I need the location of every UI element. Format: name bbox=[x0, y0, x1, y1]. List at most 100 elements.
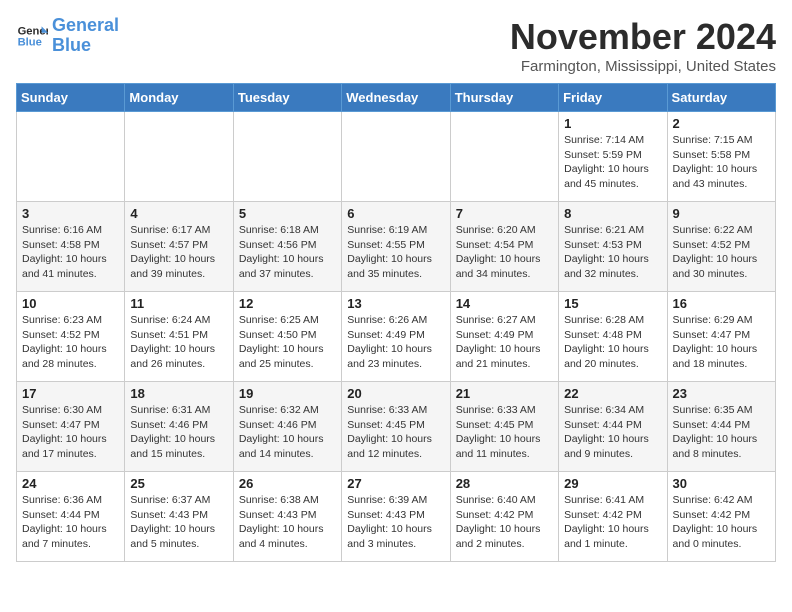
calendar-cell: 22 Sunrise: 6:34 AM Sunset: 4:44 PM Dayli… bbox=[559, 382, 667, 472]
day-number: 19 bbox=[239, 386, 336, 401]
calendar-cell: 2Sunrise: 7:15 AM Sunset: 5:58 PM Daylig… bbox=[667, 112, 775, 202]
day-info: Sunrise: 6:22 AM Sunset: 4:52 PM Dayligh… bbox=[673, 223, 770, 282]
day-info: Sunrise: 6:25 AM Sunset: 4:50 PM Dayligh… bbox=[239, 313, 336, 372]
day-number: 27 bbox=[347, 476, 444, 491]
day-number: 17 bbox=[22, 386, 119, 401]
calendar-cell: 11 Sunrise: 6:24 AM Sunset: 4:51 PM Dayli… bbox=[125, 292, 233, 382]
day-info: Sunrise: 6:18 AM Sunset: 4:56 PM Dayligh… bbox=[239, 223, 336, 282]
day-number: 6 bbox=[347, 206, 444, 221]
logo-line2: Blue bbox=[52, 35, 91, 55]
calendar-cell: 1 Sunrise: 7:14 AM Sunset: 5:59 PM Daylig… bbox=[559, 112, 667, 202]
calendar-cell: 16Sunrise: 6:29 AM Sunset: 4:47 PM Dayli… bbox=[667, 292, 775, 382]
day-number: 18 bbox=[130, 386, 227, 401]
day-number: 24 bbox=[22, 476, 119, 491]
day-info: Sunrise: 6:21 AM Sunset: 4:53 PM Dayligh… bbox=[564, 223, 661, 282]
day-number: 29 bbox=[564, 476, 661, 491]
logo: General Blue General Blue bbox=[16, 16, 119, 56]
logo-icon: General Blue bbox=[16, 20, 48, 52]
day-info: Sunrise: 6:26 AM Sunset: 4:49 PM Dayligh… bbox=[347, 313, 444, 372]
calendar-cell: 9 Sunrise: 6:22 AM Sunset: 4:52 PM Daylig… bbox=[667, 202, 775, 292]
day-info: Sunrise: 7:14 AM Sunset: 5:59 PM Dayligh… bbox=[564, 133, 661, 192]
calendar-cell: 30 Sunrise: 6:42 AM Sunset: 4:42 PM Dayli… bbox=[667, 472, 775, 562]
day-info: Sunrise: 6:38 AM Sunset: 4:43 PM Dayligh… bbox=[239, 493, 336, 552]
weekday-header: Saturday bbox=[667, 84, 775, 112]
day-info: Sunrise: 6:42 AM Sunset: 4:42 PM Dayligh… bbox=[673, 493, 770, 552]
calendar-cell: 20Sunrise: 6:33 AM Sunset: 4:45 PM Dayli… bbox=[342, 382, 450, 472]
day-number: 28 bbox=[456, 476, 553, 491]
day-info: Sunrise: 6:36 AM Sunset: 4:44 PM Dayligh… bbox=[22, 493, 119, 552]
calendar-cell: 27 Sunrise: 6:39 AM Sunset: 4:43 PM Dayli… bbox=[342, 472, 450, 562]
day-number: 26 bbox=[239, 476, 336, 491]
day-number: 13 bbox=[347, 296, 444, 311]
calendar: SundayMondayTuesdayWednesdayThursdayFrid… bbox=[16, 83, 776, 562]
day-info: Sunrise: 6:28 AM Sunset: 4:48 PM Dayligh… bbox=[564, 313, 661, 372]
calendar-cell: 23 Sunrise: 6:35 AM Sunset: 4:44 PM Dayli… bbox=[667, 382, 775, 472]
calendar-cell bbox=[17, 112, 125, 202]
calendar-cell: 26 Sunrise: 6:38 AM Sunset: 4:43 PM Dayli… bbox=[233, 472, 341, 562]
day-number: 10 bbox=[22, 296, 119, 311]
day-number: 8 bbox=[564, 206, 661, 221]
day-info: Sunrise: 6:16 AM Sunset: 4:58 PM Dayligh… bbox=[22, 223, 119, 282]
location: Farmington, Mississippi, United States bbox=[510, 58, 776, 75]
day-info: Sunrise: 6:35 AM Sunset: 4:44 PM Dayligh… bbox=[673, 403, 770, 462]
day-number: 1 bbox=[564, 116, 661, 131]
day-number: 3 bbox=[22, 206, 119, 221]
day-number: 15 bbox=[564, 296, 661, 311]
calendar-cell: 8 Sunrise: 6:21 AM Sunset: 4:53 PM Daylig… bbox=[559, 202, 667, 292]
day-number: 5 bbox=[239, 206, 336, 221]
day-info: Sunrise: 6:24 AM Sunset: 4:51 PM Dayligh… bbox=[130, 313, 227, 372]
day-number: 25 bbox=[130, 476, 227, 491]
page-header: General Blue General Blue November 2024 … bbox=[16, 16, 776, 75]
calendar-header: SundayMondayTuesdayWednesdayThursdayFrid… bbox=[17, 84, 776, 112]
weekday-header: Tuesday bbox=[233, 84, 341, 112]
calendar-cell: 14Sunrise: 6:27 AM Sunset: 4:49 PM Dayli… bbox=[450, 292, 558, 382]
day-number: 30 bbox=[673, 476, 770, 491]
calendar-cell bbox=[342, 112, 450, 202]
calendar-cell: 24 Sunrise: 6:36 AM Sunset: 4:44 PM Dayli… bbox=[17, 472, 125, 562]
title-block: November 2024 Farmington, Mississippi, U… bbox=[510, 16, 776, 75]
weekday-header: Monday bbox=[125, 84, 233, 112]
day-info: Sunrise: 7:15 AM Sunset: 5:58 PM Dayligh… bbox=[673, 133, 770, 192]
day-info: Sunrise: 6:30 AM Sunset: 4:47 PM Dayligh… bbox=[22, 403, 119, 462]
calendar-cell bbox=[450, 112, 558, 202]
calendar-cell: 17 Sunrise: 6:30 AM Sunset: 4:47 PM Dayli… bbox=[17, 382, 125, 472]
logo-line1: General bbox=[52, 15, 119, 35]
day-info: Sunrise: 6:27 AM Sunset: 4:49 PM Dayligh… bbox=[456, 313, 553, 372]
day-info: Sunrise: 6:33 AM Sunset: 4:45 PM Dayligh… bbox=[456, 403, 553, 462]
day-info: Sunrise: 6:41 AM Sunset: 4:42 PM Dayligh… bbox=[564, 493, 661, 552]
weekday-header: Thursday bbox=[450, 84, 558, 112]
day-info: Sunrise: 6:40 AM Sunset: 4:42 PM Dayligh… bbox=[456, 493, 553, 552]
day-info: Sunrise: 6:29 AM Sunset: 4:47 PM Dayligh… bbox=[673, 313, 770, 372]
calendar-cell: 5 Sunrise: 6:18 AM Sunset: 4:56 PM Daylig… bbox=[233, 202, 341, 292]
day-number: 22 bbox=[564, 386, 661, 401]
calendar-cell bbox=[125, 112, 233, 202]
weekday-header: Friday bbox=[559, 84, 667, 112]
day-info: Sunrise: 6:33 AM Sunset: 4:45 PM Dayligh… bbox=[347, 403, 444, 462]
month-title: November 2024 bbox=[510, 16, 776, 58]
day-info: Sunrise: 6:31 AM Sunset: 4:46 PM Dayligh… bbox=[130, 403, 227, 462]
calendar-cell: 4 Sunrise: 6:17 AM Sunset: 4:57 PM Daylig… bbox=[125, 202, 233, 292]
day-number: 21 bbox=[456, 386, 553, 401]
day-info: Sunrise: 6:32 AM Sunset: 4:46 PM Dayligh… bbox=[239, 403, 336, 462]
calendar-cell: 10 Sunrise: 6:23 AM Sunset: 4:52 PM Dayli… bbox=[17, 292, 125, 382]
svg-text:Blue: Blue bbox=[18, 36, 42, 48]
calendar-cell: 12 Sunrise: 6:25 AM Sunset: 4:50 PM Dayli… bbox=[233, 292, 341, 382]
calendar-cell: 13 Sunrise: 6:26 AM Sunset: 4:49 PM Dayli… bbox=[342, 292, 450, 382]
day-info: Sunrise: 6:23 AM Sunset: 4:52 PM Dayligh… bbox=[22, 313, 119, 372]
day-number: 7 bbox=[456, 206, 553, 221]
day-info: Sunrise: 6:39 AM Sunset: 4:43 PM Dayligh… bbox=[347, 493, 444, 552]
calendar-cell bbox=[233, 112, 341, 202]
calendar-cell: 21 Sunrise: 6:33 AM Sunset: 4:45 PM Dayli… bbox=[450, 382, 558, 472]
day-info: Sunrise: 6:34 AM Sunset: 4:44 PM Dayligh… bbox=[564, 403, 661, 462]
calendar-cell: 29 Sunrise: 6:41 AM Sunset: 4:42 PM Dayli… bbox=[559, 472, 667, 562]
calendar-cell: 3 Sunrise: 6:16 AM Sunset: 4:58 PM Daylig… bbox=[17, 202, 125, 292]
day-info: Sunrise: 6:17 AM Sunset: 4:57 PM Dayligh… bbox=[130, 223, 227, 282]
day-info: Sunrise: 6:37 AM Sunset: 4:43 PM Dayligh… bbox=[130, 493, 227, 552]
day-number: 23 bbox=[673, 386, 770, 401]
day-number: 12 bbox=[239, 296, 336, 311]
day-number: 11 bbox=[130, 296, 227, 311]
day-number: 4 bbox=[130, 206, 227, 221]
calendar-cell: 6Sunrise: 6:19 AM Sunset: 4:55 PM Daylig… bbox=[342, 202, 450, 292]
day-info: Sunrise: 6:20 AM Sunset: 4:54 PM Dayligh… bbox=[456, 223, 553, 282]
day-number: 9 bbox=[673, 206, 770, 221]
